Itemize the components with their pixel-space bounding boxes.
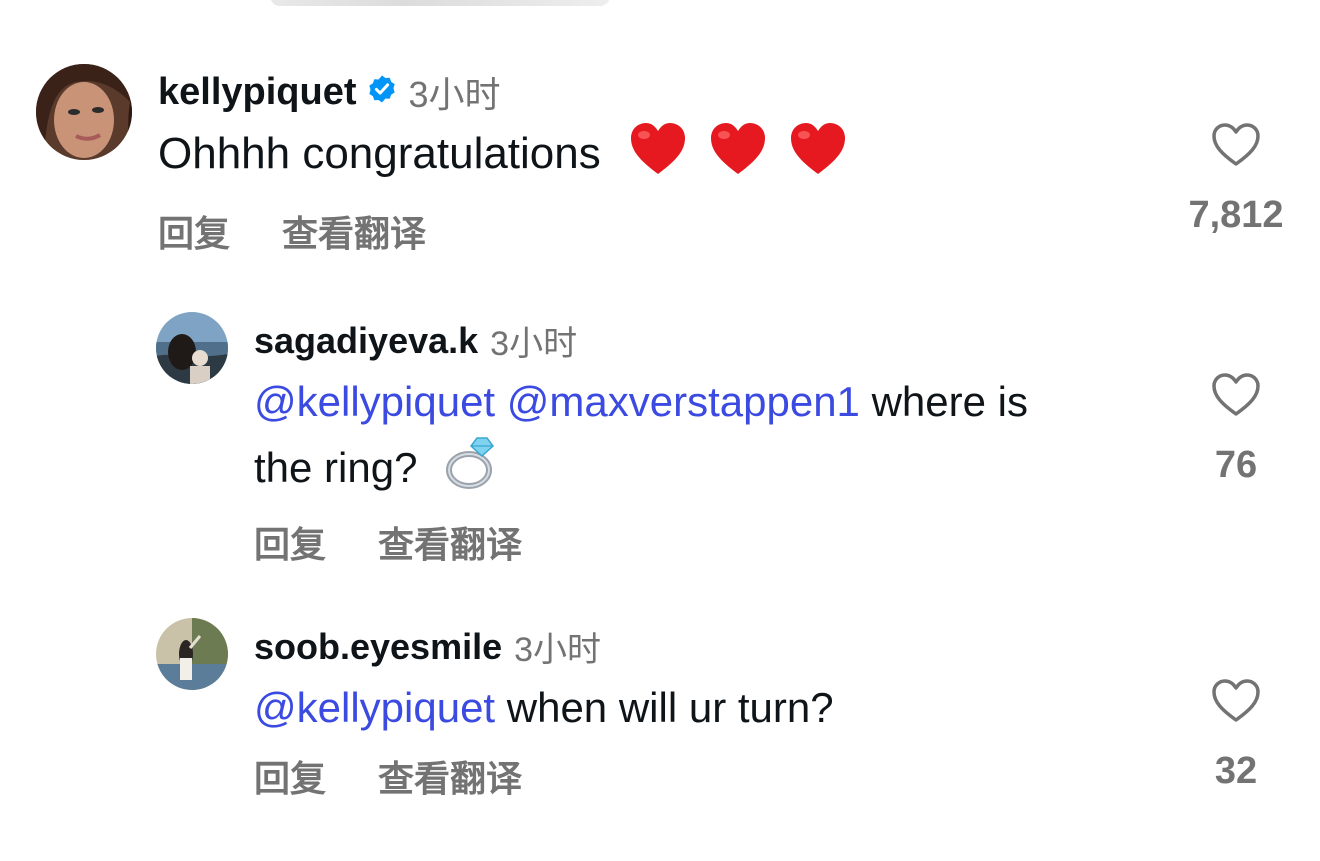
comment-text: Ohhhh congratulations	[158, 122, 847, 193]
username[interactable]: sagadiyeva.k	[254, 320, 478, 362]
red-heart-icon	[789, 122, 847, 193]
avatar[interactable]	[36, 64, 132, 160]
timestamp: 3小时	[408, 74, 501, 115]
avatar-soob-image	[156, 618, 228, 690]
reply-button[interactable]: 回复	[254, 516, 326, 568]
see-translation-button[interactable]: 查看翻译	[378, 516, 522, 568]
comment-text: @kellypiquet when will ur turn?	[254, 679, 834, 738]
reply-button[interactable]: 回复	[158, 205, 230, 257]
like-count: 7,812	[1188, 194, 1284, 236]
username[interactable]: soob.eyesmile	[254, 626, 502, 668]
comment-text-body: where is	[859, 378, 1028, 425]
like-heart-icon[interactable]	[1211, 372, 1261, 418]
mention-link[interactable]: @kellypiquet	[254, 684, 495, 731]
avatar[interactable]	[156, 312, 228, 384]
reply-button[interactable]: 回复	[254, 750, 326, 802]
see-translation-button[interactable]: 查看翻译	[378, 750, 522, 802]
comment-text: @kellypiquet @maxverstappen1 where is th…	[254, 373, 1154, 506]
like-count: 76	[1214, 444, 1258, 486]
comment-text-body: when will ur turn?	[495, 684, 834, 731]
red-heart-icon	[709, 122, 767, 193]
see-translation-button[interactable]: 查看翻译	[282, 205, 426, 257]
avatar[interactable]	[156, 618, 228, 690]
timestamp: 3小时	[514, 631, 602, 669]
avatar-kellypiquet-image	[36, 64, 132, 160]
ring-icon	[443, 432, 501, 506]
timestamp: 3小时	[490, 325, 578, 363]
like-heart-icon[interactable]	[1211, 122, 1261, 168]
comment-text-body: Ohhhh congratulations	[158, 129, 601, 178]
verified-badge-icon	[367, 71, 397, 114]
like-count: 32	[1214, 750, 1258, 792]
previous-comment-fragment	[270, 0, 610, 6]
red-heart-icon	[629, 122, 687, 193]
like-heart-icon[interactable]	[1211, 678, 1261, 724]
username[interactable]: kellypiquet	[158, 71, 357, 114]
mention-link[interactable]: @kellypiquet	[254, 378, 495, 425]
comment-text-body: the ring?	[254, 443, 418, 491]
mention-link[interactable]: @maxverstappen1	[507, 378, 860, 425]
avatar-sagadiyeva-image	[156, 312, 228, 384]
